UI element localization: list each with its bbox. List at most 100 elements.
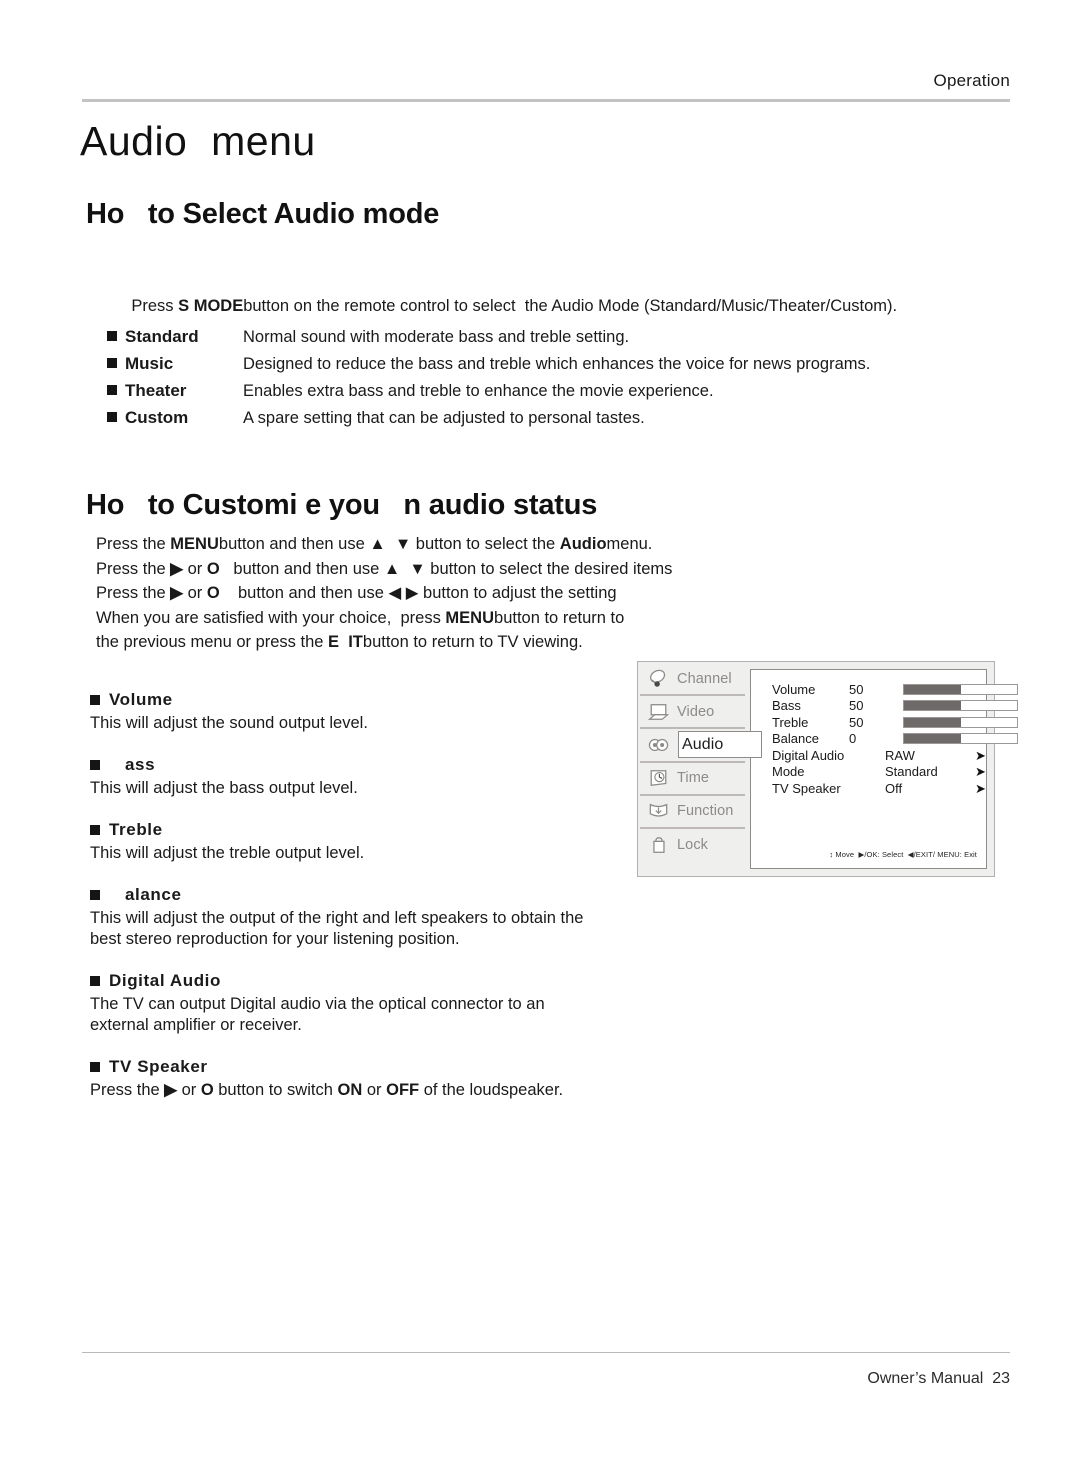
chevron-right-icon[interactable]: ➤ (975, 765, 986, 778)
definition-volume: Volume This will adjust the sound output… (90, 690, 635, 734)
osd-row-label: Treble (772, 714, 809, 730)
speakers-icon (648, 738, 669, 752)
tv-osd-screenshot: Channel Video Audio Time Function Lock V… (637, 661, 1018, 877)
page-header: Operation (82, 72, 1010, 102)
definition-treble: Treble This will adjust the treble outpu… (90, 820, 635, 864)
step-line-4: When you are satisfied with your choice,… (96, 608, 625, 627)
header-divider (82, 99, 1010, 102)
osd-sidebar-item-video[interactable]: Video (638, 694, 751, 728)
osd-row-value: 50 (849, 681, 864, 697)
osd-slider-bass[interactable] (903, 700, 1018, 712)
definition-body: Press the ▶ or O button to switch ON or … (90, 1081, 564, 1099)
definition-digital-audio: Digital Audio The TV can output Digital … (90, 971, 635, 1036)
osd-sidebar-item-lock[interactable]: Lock (638, 826, 751, 861)
page-title: Audio menu (80, 118, 316, 164)
osd-slider-treble[interactable] (903, 716, 1018, 728)
satellite-dish-icon (650, 669, 666, 687)
step-line-3: Press the ▶ or O button and then use ◀ ▶… (96, 584, 617, 602)
footer-divider (82, 1352, 1010, 1353)
osd-row-value: 0 (849, 731, 857, 747)
definition-title-text: Digital Audio (109, 971, 221, 990)
mode-description: Normal sound with moderate bass and treb… (243, 328, 630, 346)
slider-fill (904, 734, 961, 744)
definition-body: This will adjust the output of the right… (90, 909, 584, 948)
customize-steps: Press the MENUbutton and then use ▲ ▼ bu… (96, 532, 672, 655)
osd-sidebar-label: Audio (682, 735, 724, 753)
definition-body: This will adjust the bass output level. (90, 779, 358, 797)
osd-row-label: TV Speaker (772, 780, 841, 796)
step-line-5: the previous menu or press the E ITbutto… (96, 633, 583, 651)
osd-slider-volume[interactable] (903, 683, 1018, 695)
osd-sidebar-label: Time (677, 770, 710, 787)
mode-description: Designed to reduce the bass and treble w… (243, 355, 871, 373)
osd-row-label: Balance (772, 731, 819, 747)
mode-name: Theater (125, 381, 187, 400)
osd-sidebar-item-channel[interactable]: Channel (638, 662, 751, 695)
osd-navigation-hint: ↕ Move ▶/OK: Select ◀/EXIT/ MENU: Exit (829, 850, 977, 859)
osd-sidebar-label: Function (677, 803, 734, 820)
definition-title: ass (90, 755, 635, 775)
osd-row-value: RAW (885, 747, 915, 763)
definition-title: Digital Audio (90, 971, 635, 991)
osd-slider-balance[interactable] (903, 733, 1018, 745)
audio-mode-list: Standard Normal sound with moderate bass… (107, 327, 927, 435)
intro-post: button on the remote control to select t… (243, 297, 898, 315)
bullet-square-icon (90, 760, 100, 770)
s-mode-key: S MODE (178, 297, 244, 315)
list-item: Music Designed to reduce the bass and tr… (107, 354, 927, 381)
footer-page-label: Owner’s Manual 23 (867, 1370, 1010, 1387)
osd-sidebar-label: Channel (677, 670, 732, 687)
mode-name: Music (125, 354, 174, 373)
osd-row-label: Bass (772, 698, 801, 714)
step-line-2: Press the ▶ or O button and then use ▲ ▼… (96, 559, 673, 578)
definition-title-text: Treble (109, 820, 163, 839)
slider-fill (904, 701, 961, 711)
osd-row-tv-speaker[interactable]: TV Speaker Off ➤ (772, 780, 1070, 797)
osd-row-value: 50 (849, 714, 864, 730)
osd-sidebar-item-audio[interactable]: Audio (638, 727, 762, 761)
definition-title: alance (90, 885, 635, 905)
list-item: Standard Normal sound with moderate bass… (107, 327, 927, 354)
definition-title: Treble (90, 820, 635, 840)
audio-setting-definitions: Volume This will adjust the sound output… (90, 690, 635, 1101)
osd-row-value: Off (885, 780, 903, 796)
bullet-square-icon (90, 825, 100, 835)
osd-sidebar-label: Video (677, 703, 715, 720)
osd-row-label: Digital Audio (772, 747, 845, 763)
osd-row-value: Standard (885, 764, 938, 780)
definition-balance: alance This will adjust the output of th… (90, 885, 635, 950)
chevron-right-icon[interactable]: ➤ (975, 782, 986, 795)
mode-name: Standard (125, 327, 199, 346)
osd-row-balance[interactable]: Balance 0 (772, 731, 1070, 748)
bullet-square-icon (90, 1062, 100, 1072)
bullet-square-icon (107, 385, 117, 395)
list-item: Custom A spare setting that can be adjus… (107, 408, 927, 435)
osd-row-mode[interactable]: Mode Standard ➤ (772, 764, 1070, 781)
osd-sidebar-item-function[interactable]: Function (638, 793, 751, 828)
osd-sidebar-item-time[interactable]: Time (638, 760, 751, 795)
heading-select-audio-mode: Ho to Select Audio mode (86, 198, 440, 230)
function-box-icon (649, 804, 668, 817)
osd-row-label: Volume (772, 681, 816, 697)
definition-title-text: alance (109, 885, 182, 904)
padlock-icon (653, 836, 665, 853)
osd-content-panel: Volume 50 Bass 50 Treble 50 Balance 0 Di… (750, 669, 1018, 869)
osd-row-volume[interactable]: Volume 50 (772, 681, 1070, 698)
intro-pre: Press (131, 297, 179, 315)
bullet-square-icon (107, 358, 117, 368)
definition-body: The TV can output Digital audio via the … (90, 995, 545, 1034)
chevron-right-icon[interactable]: ➤ (975, 749, 986, 762)
definition-tv-speaker: TV Speaker Press the ▶ or O button to sw… (90, 1057, 635, 1101)
definition-body: This will adjust the sound output level. (90, 714, 368, 732)
osd-row-treble[interactable]: Treble 50 (772, 714, 1070, 731)
definition-title-text: Volume (109, 690, 173, 709)
osd-row-bass[interactable]: Bass 50 (772, 698, 1070, 715)
definition-title-text: ass (109, 755, 156, 774)
bullet-square-icon (107, 331, 117, 341)
osd-row-digital-audio[interactable]: Digital Audio RAW ➤ (772, 747, 1070, 764)
slider-fill (904, 717, 961, 727)
mode-description: Enables extra bass and treble to enhance… (243, 382, 714, 400)
definition-title: Volume (90, 690, 635, 710)
osd-settings-list: Volume 50 Bass 50 Treble 50 Balance 0 Di… (772, 681, 1070, 797)
bullet-square-icon (90, 695, 100, 705)
